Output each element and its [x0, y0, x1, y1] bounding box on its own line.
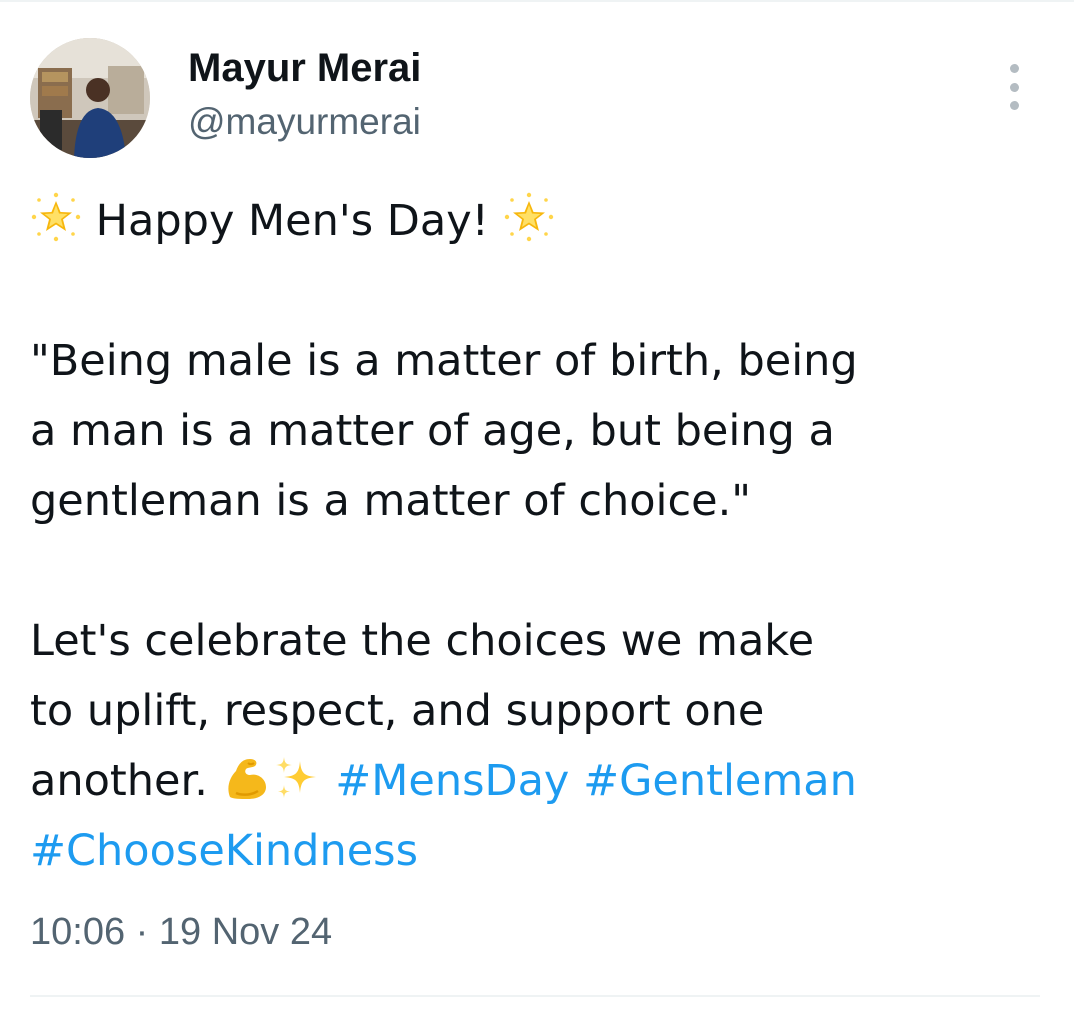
tweet-text: Happy Men's Day! "Being male is a matter…	[30, 186, 1040, 886]
more-vertical-icon	[1009, 64, 1019, 73]
quote-line-2: a man is a matter of age, but being a	[30, 406, 835, 456]
glowing-star-icon	[30, 191, 82, 264]
more-options-button[interactable]	[998, 64, 1030, 110]
hashtag-mensday[interactable]: #MensDay	[335, 756, 569, 806]
body-line-4: #ChooseKindness	[30, 816, 1040, 886]
body-line-3-text: another.	[30, 756, 208, 806]
more-vertical-icon-dot-3	[1009, 101, 1019, 110]
body-line-2: to uplift, respect, and support one	[30, 686, 765, 736]
flexed-biceps-icon	[222, 753, 272, 824]
body-line-3: another. #MensDay #Gentleman	[30, 746, 1040, 816]
body-line-1: Let's celebrate the choices we make	[30, 616, 815, 666]
greeting-text: Happy Men's Day!	[95, 196, 489, 246]
avatar[interactable]	[30, 38, 150, 158]
quote-line-1: "Being male is a matter of birth, being	[30, 336, 858, 386]
profile-photo-avatar-icon	[30, 38, 150, 158]
hashtag-gentleman[interactable]: #Gentleman	[583, 756, 857, 806]
bottom-divider	[30, 995, 1040, 997]
author-handle[interactable]: @mayurmerai	[188, 100, 421, 144]
quote-line-3: gentleman is a matter of choice."	[30, 476, 752, 526]
hashtag-choosekindness[interactable]: #ChooseKindness	[30, 826, 418, 876]
more-vertical-icon-dot-2	[1009, 82, 1019, 92]
tweet-timestamp[interactable]: 10:06 · 19 Nov 24	[30, 906, 332, 958]
paragraph-gap-2	[30, 536, 1040, 606]
tweet-line-greeting: Happy Men's Day!	[30, 186, 1040, 256]
sparkles-icon	[272, 753, 322, 824]
glowing-star-icon-2	[503, 191, 555, 264]
author-display-name[interactable]: Mayur Merai	[188, 44, 421, 92]
tweet-card: Mayur Merai @mayurmerai Happy Men's Day!…	[0, 0, 1074, 1023]
